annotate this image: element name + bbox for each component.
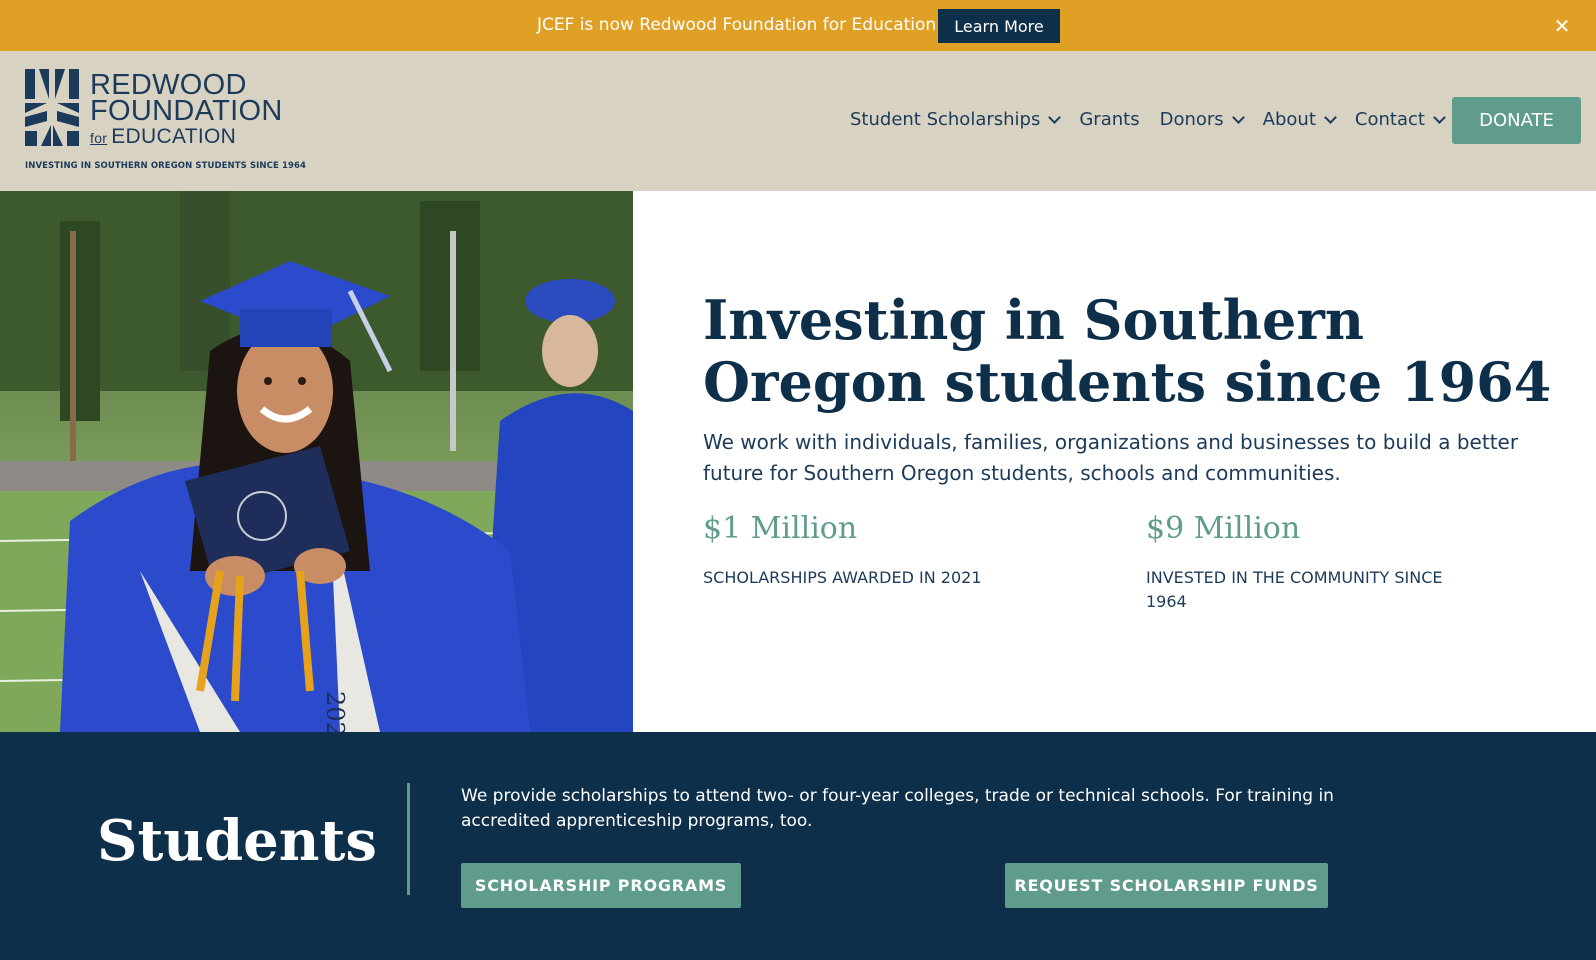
logo-line-education: for EDUCATION [90, 125, 236, 149]
nav-donors[interactable]: Donors [1159, 109, 1245, 130]
nav-about[interactable]: About [1262, 109, 1337, 130]
announcement-bar: JCEF is now Redwood Foundation for Educa… [0, 0, 1596, 51]
scholarship-programs-button[interactable]: SCHOLARSHIP PROGRAMS [461, 863, 741, 908]
main-nav: Student Scholarships Grants Donors About… [850, 109, 1464, 130]
graduate-photo-illustration: 202 [0, 191, 633, 732]
nav-label: Contact [1354, 109, 1425, 130]
hero-title: Investing in Southern Oregon students si… [703, 288, 1552, 414]
hero-subtitle: We work with individuals, families, orga… [703, 430, 1519, 485]
logo-sunburst-icon [25, 69, 79, 146]
stat-label: INVESTED IN THE COMMUNITY SINCE 1964 [1146, 568, 1443, 611]
site-header: REDWOOD FOUNDATION for EDUCATION INVESTIN… [0, 51, 1596, 191]
stat-label: SCHOLARSHIPS AWARDED IN 2021 [703, 568, 982, 587]
students-title: Students [97, 808, 377, 874]
logo-education: EDUCATION [111, 125, 237, 148]
logo-line-foundation: FOUNDATION [90, 95, 283, 127]
chevron-down-icon [1231, 110, 1245, 124]
nav-contact[interactable]: Contact [1354, 109, 1446, 130]
nav-label: Grants [1079, 109, 1140, 130]
nav-label: Student Scholarships [850, 109, 1041, 130]
logo-tagline: INVESTING IN SOUTHERN OREGON STUDENTS SI… [25, 161, 307, 171]
nav-label: About [1262, 109, 1316, 130]
chevron-down-icon [1324, 110, 1337, 124]
learn-more-button[interactable]: Learn More [938, 9, 1060, 43]
section-divider [407, 783, 410, 895]
stat-invested: $9 Million INVESTED IN THE COMMUNITY SIN… [1146, 511, 1486, 614]
stat-value: $9 Million [1146, 511, 1301, 546]
announcement-text: JCEF is now Redwood Foundation for Educa… [537, 15, 937, 35]
stat-value: $1 Million [703, 511, 858, 546]
hero-photo: 202 [0, 191, 633, 732]
donate-button[interactable]: DONATE [1452, 97, 1581, 144]
stat-scholarships: $1 Million SCHOLARSHIPS AWARDED IN 2021 [703, 511, 1063, 590]
nav-student-scholarships[interactable]: Student Scholarships [850, 109, 1062, 130]
chevron-down-icon [1433, 110, 1446, 124]
students-section: Students We provide scholarships to atte… [0, 732, 1596, 960]
nav-grants[interactable]: Grants [1079, 109, 1139, 130]
nav-label: Donors [1159, 109, 1224, 130]
students-description: We provide scholarships to attend two- o… [461, 786, 1334, 831]
hero-content: Investing in Southern Oregon students si… [633, 191, 1596, 732]
logo-for: for [90, 130, 108, 146]
logo[interactable]: REDWOOD FOUNDATION for EDUCATION INVESTIN… [25, 69, 306, 177]
chevron-down-icon [1048, 110, 1062, 124]
close-icon[interactable]: ✕ [1550, 14, 1574, 38]
gown-text: 202 [321, 691, 349, 732]
request-scholarship-funds-button[interactable]: REQUEST SCHOLARSHIP FUNDS [1005, 863, 1328, 908]
